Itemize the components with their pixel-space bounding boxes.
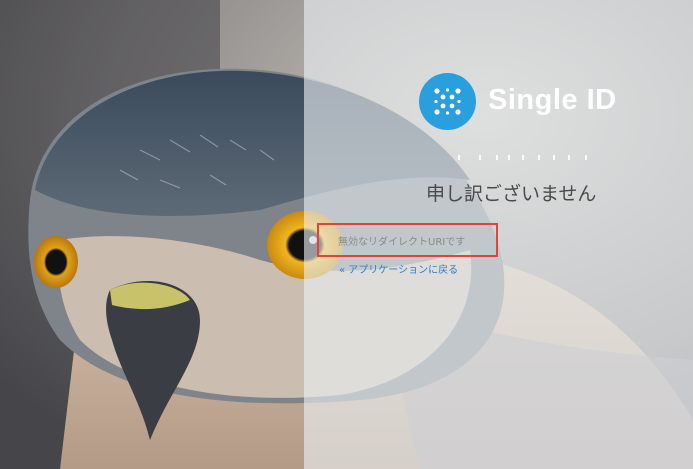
page-root: Single ID 申し訳ございません 無効なリダイレクトURIです « アプリ…	[0, 0, 693, 469]
brand-name: Single ID	[488, 84, 617, 116]
logo-dot-grid-icon	[434, 88, 461, 115]
back-to-application-link[interactable]: « アプリケーションに戻る	[339, 264, 458, 278]
error-title: 申し訳ございません	[426, 183, 597, 205]
error-message: 無効なリダイレクトURIです	[338, 237, 466, 248]
single-id-logo-icon	[419, 73, 476, 130]
decorative-dots	[458, 155, 588, 161]
